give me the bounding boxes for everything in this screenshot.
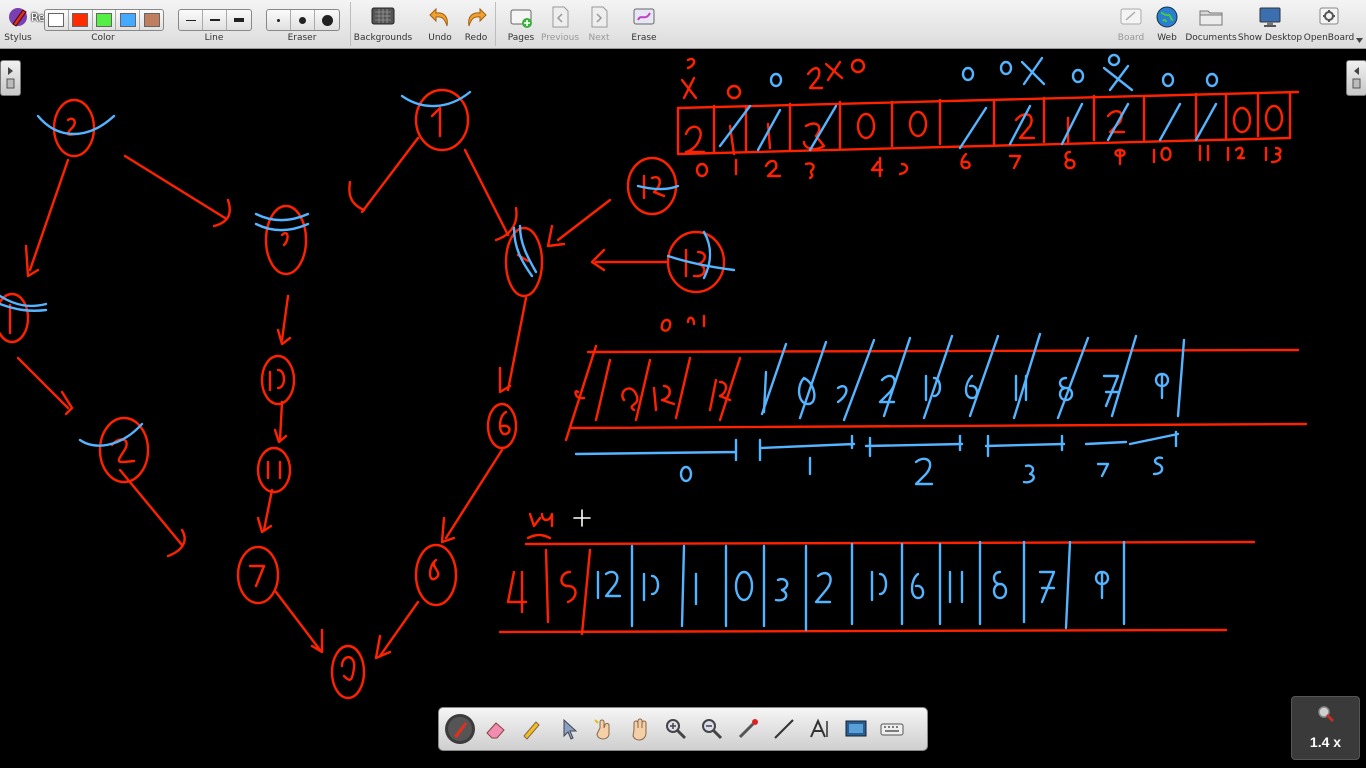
next-page-icon: [591, 6, 608, 28]
left-graph-strokes: [0, 88, 726, 700]
previous-button[interactable]: [547, 4, 573, 30]
middle-array-marks: [574, 332, 1186, 486]
backgrounds-label: Backgrounds: [353, 33, 413, 43]
board-button[interactable]: [1118, 4, 1144, 30]
undo-label: Undo: [428, 33, 452, 43]
previous-page-icon: [552, 6, 569, 28]
eraser-small[interactable]: [267, 10, 291, 30]
keyboard-icon: [880, 723, 904, 736]
zoom-in-tool-button[interactable]: [661, 714, 691, 744]
laser-pointer-icon: [738, 719, 758, 739]
redo-button[interactable]: [463, 4, 489, 30]
text-tool-button[interactable]: [805, 714, 835, 744]
show-desktop-label: Show Desktop: [1237, 33, 1303, 43]
bottom-array-marks: [596, 540, 1126, 632]
eraser-large[interactable]: [315, 10, 339, 30]
pen-icon: [448, 717, 472, 741]
eraser-label: Eraser: [287, 33, 317, 43]
magnifier-icon: [1318, 706, 1335, 723]
board-label: Board: [1117, 33, 1145, 43]
web-button[interactable]: [1154, 4, 1180, 30]
documents-button[interactable]: [1198, 4, 1224, 30]
pen-tool-button[interactable]: [445, 714, 475, 744]
eraser-icon: [486, 722, 505, 739]
eraser-tool-button[interactable]: [481, 714, 511, 744]
pages-button[interactable]: [508, 4, 534, 30]
text-icon: [810, 718, 828, 738]
color-blue[interactable]: [116, 10, 141, 30]
marker-tool-button[interactable]: [517, 714, 547, 744]
next-button[interactable]: [586, 4, 612, 30]
undo-icon: [429, 7, 448, 27]
selector-tool-button[interactable]: [553, 714, 583, 744]
line-icon: [774, 719, 794, 739]
laser-pointer-tool-button[interactable]: [733, 714, 763, 744]
globe-icon: [1156, 6, 1178, 28]
next-label: Next: [588, 33, 610, 43]
redo-icon: [468, 7, 487, 27]
keyboard-tool-button[interactable]: [877, 714, 907, 744]
openboard-menu-button[interactable]: [1316, 4, 1342, 30]
documents-label: Documents: [1185, 33, 1237, 43]
zoom-in-icon: [666, 719, 687, 740]
color-red[interactable]: [69, 10, 93, 30]
line-width-group: [178, 9, 252, 31]
toolbar-separator: [350, 2, 351, 46]
line-tool-button[interactable]: [769, 714, 799, 744]
board-icon: [1120, 8, 1142, 25]
drawing-canvas[interactable]: [0, 49, 1366, 768]
backgrounds-button[interactable]: [370, 4, 396, 30]
zoom-indicator[interactable]: 1.4 x: [1291, 696, 1360, 760]
stylus-label: Stylus: [4, 33, 32, 43]
toolbar-separator: [495, 2, 496, 46]
eraser-size-group: [266, 9, 340, 31]
redo-label: Redo: [464, 33, 488, 43]
capture-icon: [845, 720, 867, 737]
line-thick[interactable]: [227, 10, 251, 30]
color-brown[interactable]: [140, 10, 163, 30]
openboard-label: OpenBoard: [1303, 33, 1355, 43]
undo-button[interactable]: [427, 4, 453, 30]
erase-button[interactable]: [631, 4, 657, 30]
web-label: Web: [1157, 33, 1177, 43]
top-array-marks: [718, 53, 1219, 152]
color-green[interactable]: [93, 10, 117, 30]
erase-board-icon: [633, 8, 655, 25]
color-label: Color: [91, 33, 115, 43]
backgrounds-icon: [371, 7, 395, 25]
stylus-button[interactable]: [5, 4, 31, 30]
interact-tool-button[interactable]: [589, 714, 619, 744]
arrow-cursor-icon: [563, 718, 578, 740]
tool-dock: [438, 707, 928, 751]
eraser-medium[interactable]: [291, 10, 315, 30]
main-toolbar: Recording Stylus Color Line Eraser Backg…: [0, 0, 1366, 49]
erase-label: Erase: [631, 33, 657, 43]
monitor-icon: [1259, 7, 1281, 27]
bottom-array-strokes: [498, 512, 1256, 636]
magic-hand-icon: [594, 719, 610, 740]
color-palette: [44, 9, 164, 31]
highlighter-icon: [523, 721, 540, 740]
line-medium[interactable]: [203, 10, 227, 30]
hand-tool-button[interactable]: [625, 714, 655, 744]
capture-tool-button[interactable]: [841, 714, 871, 744]
chevron-down-icon: [1356, 38, 1363, 43]
crosshair-cursor-icon: [573, 509, 591, 527]
hand-icon: [632, 718, 647, 741]
line-label: Line: [204, 33, 224, 43]
pages-label: Pages: [507, 33, 535, 43]
zoom-out-icon: [702, 719, 723, 740]
show-desktop-button[interactable]: [1257, 4, 1283, 30]
gear-icon: [1319, 7, 1339, 25]
add-page-icon: [510, 9, 532, 28]
folder-icon: [1199, 10, 1223, 26]
color-white[interactable]: [45, 10, 69, 30]
zoom-value: 1.4 x: [1309, 734, 1342, 750]
zoom-out-tool-button[interactable]: [697, 714, 727, 744]
line-thin[interactable]: [179, 10, 203, 30]
previous-label: Previous: [540, 33, 580, 43]
stylus-icon: [9, 8, 27, 27]
